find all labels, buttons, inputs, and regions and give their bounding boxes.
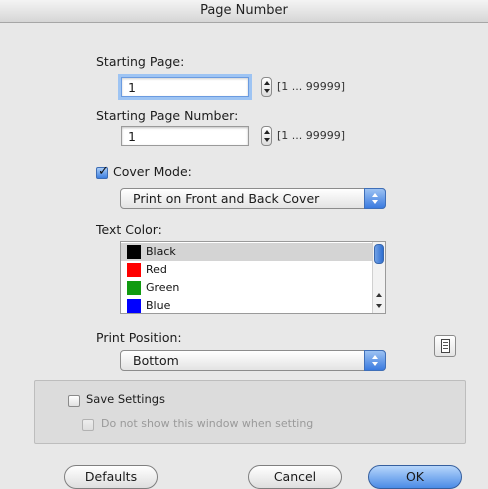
page-position-icon[interactable] <box>434 335 456 357</box>
print-position-popup[interactable]: Bottom <box>120 350 386 371</box>
green-swatch <box>127 281 141 295</box>
color-option-black[interactable]: Black <box>121 243 373 261</box>
color-option-blue[interactable]: Blue <box>121 297 373 313</box>
save-settings-checkbox[interactable] <box>68 395 80 407</box>
color-option-green[interactable]: Green <box>121 279 373 297</box>
stepper-down-icon[interactable] <box>264 138 270 142</box>
color-option-label: Blue <box>146 299 171 312</box>
color-option-label: Green <box>146 281 180 294</box>
do-not-show-label: Do not show this window when setting <box>101 417 314 430</box>
title-bar[interactable]: Page Number <box>0 0 488 23</box>
color-list-scrollbar[interactable] <box>372 242 385 313</box>
text-color-list[interactable]: Black Red Green Blue <box>120 241 386 314</box>
defaults-button[interactable]: Defaults <box>64 465 158 489</box>
cover-mode-selected: Print on Front and Back Cover <box>133 191 320 206</box>
starting-page-input[interactable]: 1 <box>121 77 249 97</box>
stepper-down-icon[interactable] <box>264 89 270 93</box>
cover-mode-popup[interactable]: Print on Front and Back Cover <box>120 188 386 209</box>
starting-page-stepper[interactable] <box>261 77 272 97</box>
ok-button[interactable]: OK <box>368 465 462 489</box>
cover-mode-checkbox[interactable] <box>96 164 109 179</box>
stepper-up-icon[interactable] <box>264 130 270 134</box>
stepper-up-icon[interactable] <box>264 81 270 85</box>
red-swatch <box>127 263 141 277</box>
print-position-label: Print Position: <box>96 330 182 345</box>
starting-page-number-stepper[interactable] <box>261 126 272 146</box>
print-position-selected: Bottom <box>133 353 179 368</box>
text-color-label: Text Color: <box>96 222 162 237</box>
dialog-title: Page Number <box>200 3 288 18</box>
color-option-label: Black <box>146 245 176 258</box>
starting-page-number-label: Starting Page Number: <box>96 108 239 123</box>
color-option-label: Red <box>146 263 167 276</box>
scroll-up-icon[interactable] <box>376 293 382 297</box>
save-settings-group: Save Settings Do not show this window wh… <box>34 380 466 444</box>
popup-arrows-icon <box>364 350 386 371</box>
save-settings-label: Save Settings <box>86 392 166 406</box>
do-not-show-checkbox[interactable] <box>82 419 94 431</box>
black-swatch <box>127 245 141 259</box>
scroll-down-icon[interactable] <box>376 304 382 308</box>
blue-swatch <box>127 299 141 313</box>
page-icon <box>441 339 450 353</box>
starting-page-label: Starting Page: <box>96 54 185 69</box>
cancel-button[interactable]: Cancel <box>248 465 342 489</box>
popup-arrows-icon <box>364 188 386 209</box>
starting-page-range: [1 ... 99999] <box>277 80 346 93</box>
starting-page-number-input[interactable]: 1 <box>121 126 249 146</box>
scrollbar-thumb[interactable] <box>374 244 384 264</box>
starting-page-number-range: [1 ... 99999] <box>277 129 346 142</box>
cover-mode-label: Cover Mode: <box>113 164 192 179</box>
color-option-red[interactable]: Red <box>121 261 373 279</box>
